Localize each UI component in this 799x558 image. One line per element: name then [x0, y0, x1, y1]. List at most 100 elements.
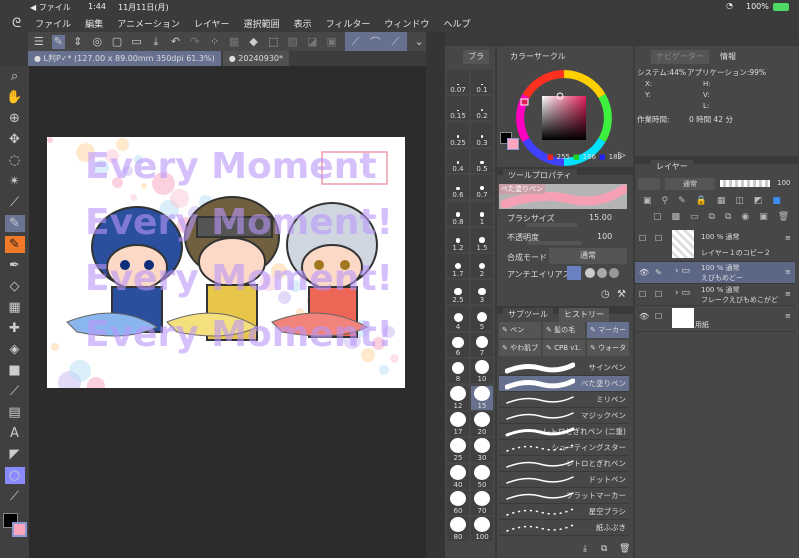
menu-item-1[interactable]: 編集	[85, 17, 103, 30]
subtool-item[interactable]: ミリペン	[499, 392, 629, 408]
border-icon[interactable]: ▣	[325, 35, 339, 49]
antialias-weak[interactable]	[585, 268, 595, 278]
eye-icon[interactable]: 👁	[639, 312, 649, 321]
brush-size-preset[interactable]: 0.15	[447, 96, 469, 121]
antialias-strong[interactable]	[609, 268, 619, 278]
transfer-down-icon[interactable]: ⧉	[709, 212, 715, 222]
subtool-group-tab[interactable]: ✎ マーカー	[587, 322, 629, 338]
subtool-item[interactable]: レトロとぎれペン	[499, 456, 629, 472]
brush-size-preset[interactable]: 12	[447, 385, 469, 410]
hide-selection-icon[interactable]: ▧	[286, 35, 300, 49]
brush-size-preset[interactable]: 0.7	[471, 175, 493, 200]
fill-icon[interactable]: ◆	[247, 35, 261, 49]
subtool-group-tab[interactable]: ✎ ウォータ	[587, 340, 629, 356]
app-logo-icon[interactable]: ᘓ	[12, 16, 21, 31]
brush-size-preset[interactable]: 8	[447, 359, 469, 384]
subtool-item[interactable]: 紙ふぶき	[499, 520, 629, 536]
subtool-item[interactable]: シューティングスター	[499, 440, 629, 456]
stabilizer-icon[interactable]: ⟋	[349, 35, 363, 49]
operation-icon[interactable]: ⊕	[5, 110, 25, 127]
menu-item-0[interactable]: ファイル	[35, 17, 71, 30]
brush-size-preset[interactable]: 2	[471, 254, 493, 279]
brush-size-preset[interactable]: 1	[471, 201, 493, 226]
chevron-down-icon[interactable]: ⌄	[413, 35, 427, 49]
clip-icon[interactable]: ▣	[643, 196, 652, 206]
text-icon[interactable]: A	[5, 425, 25, 442]
opacity-slider[interactable]	[527, 241, 582, 245]
smooth-icon[interactable]: ⌒	[369, 35, 383, 49]
clock-icon[interactable]: ◷	[601, 289, 610, 300]
layer-row[interactable]: 👁 ✎ › ▭ 100 % 通常 えびもめどー ≡	[635, 262, 795, 284]
brush-size-preset[interactable]: 25	[447, 438, 469, 463]
undo-icon[interactable]: ↶	[169, 35, 183, 49]
document-tab[interactable]: ● 20240930*	[222, 51, 289, 66]
brush-size-preset[interactable]: 0.07	[447, 70, 469, 94]
pen-pressure-icon[interactable]: ⟋	[389, 35, 403, 49]
layer-menu-icon[interactable]: ≡	[785, 312, 791, 320]
subtool-item[interactable]: べた塗りペン	[499, 376, 629, 392]
brush-size-preset[interactable]: 1.2	[447, 227, 469, 252]
brush-size-preset[interactable]: 5	[471, 306, 493, 331]
brush-size-preset[interactable]: 30	[471, 438, 493, 463]
edit-lock-icon[interactable]: ☐	[655, 290, 662, 299]
antialias-medium[interactable]	[597, 268, 607, 278]
brush-size-preset[interactable]: 0.3	[471, 122, 493, 147]
subtool-item[interactable]: フラットマーカー	[499, 488, 629, 504]
subtool-group-tab[interactable]: ✎ 髪の毛	[543, 322, 585, 338]
copy-subtool-icon[interactable]: ⤓	[583, 544, 587, 554]
tab-subtool[interactable]: サブツール	[503, 308, 553, 322]
subtool-group-tab[interactable]: ✎ やわ肌ブ	[499, 340, 541, 356]
magic-wand-icon[interactable]: ✴	[5, 173, 25, 190]
tab-history[interactable]: ヒストリー	[559, 308, 609, 322]
layer-row[interactable]: ☐ ☐ 100 % 通常 レイヤー１のコピー２ ≡	[635, 228, 795, 262]
lasso-icon[interactable]: ◌	[5, 152, 25, 169]
menu-item-3[interactable]: レイヤー	[194, 17, 230, 30]
duplicate-subtool-icon[interactable]: ⧉	[601, 544, 607, 554]
move-icon[interactable]: ✥	[5, 131, 25, 148]
mask-icon[interactable]: ◫	[735, 196, 744, 206]
menu-item-6[interactable]: フィルター	[326, 17, 371, 30]
new-folder-icon[interactable]: ▭	[690, 212, 699, 222]
layer-color-select[interactable]	[638, 178, 660, 190]
antialias-none[interactable]	[567, 266, 581, 280]
brush-size-value[interactable]: 15.00	[589, 213, 612, 222]
layer-row[interactable]: ☐ ☐ › ▭ 100 % 通常 フレークえびもめこがど ≡	[635, 284, 795, 306]
brush-size-preset[interactable]: 50	[471, 464, 493, 489]
invert-icon[interactable]: ◪	[305, 35, 319, 49]
subtool-item[interactable]: レトロとぎれペン (二重)	[499, 424, 629, 440]
subtool-item[interactable]: サインペン	[499, 360, 629, 376]
edit-lock-icon[interactable]: ✎	[655, 268, 662, 277]
brush-size-preset[interactable]: 20	[471, 411, 493, 436]
delete-layer-icon[interactable]: 🗑	[778, 212, 789, 222]
new-raster-layer-icon[interactable]: ▢	[653, 212, 662, 222]
eye-icon[interactable]: ☐	[639, 290, 646, 299]
merge-down-icon[interactable]: ⧉	[725, 212, 731, 222]
new-vector-layer-icon[interactable]: ▩	[672, 212, 681, 222]
wrench-icon[interactable]: ⚒	[617, 289, 626, 300]
brush-icon[interactable]: ✒	[5, 257, 25, 274]
balloon-icon[interactable]: ◤	[5, 446, 25, 463]
brush-size-preset[interactable]: 1.7	[447, 254, 469, 279]
menu-item-7[interactable]: ウィンドウ	[384, 17, 429, 30]
subtool-group-tab[interactable]: ✎ ペン	[499, 322, 541, 338]
eyedropper-icon[interactable]: ⟋	[5, 194, 25, 211]
new-file-icon[interactable]: ▢	[110, 35, 124, 49]
canvas-artwork[interactable]: Every Moment Every Moment! Every Moment!…	[47, 137, 405, 388]
tab-layer[interactable]: レイヤー	[651, 160, 693, 174]
menu-icon[interactable]: ☰	[32, 35, 46, 49]
draft-icon[interactable]: ✎	[678, 196, 686, 206]
subtool-item[interactable]: マジックペン	[499, 408, 629, 424]
edit-lock-icon[interactable]: ☐	[655, 312, 662, 321]
blend-mode-select[interactable]: 通常	[549, 248, 627, 264]
redo-icon[interactable]: ↷	[188, 35, 202, 49]
hand-icon[interactable]: ✋	[5, 89, 25, 106]
clear-icon[interactable]: ▦	[227, 35, 241, 49]
chevron-updown-icon[interactable]: ⇕	[71, 35, 85, 49]
zoom-icon[interactable]: ⌕	[5, 68, 25, 85]
menu-item-4[interactable]: 選択範囲	[244, 17, 280, 30]
blend-icon[interactable]: ▦	[5, 299, 25, 316]
pen-icon[interactable]: ✎	[4, 215, 25, 232]
layer-blend-select[interactable]: 通常	[665, 178, 715, 190]
brush-size-preset[interactable]: 0.4	[447, 148, 469, 173]
eraser-icon[interactable]: ◇	[5, 278, 25, 295]
